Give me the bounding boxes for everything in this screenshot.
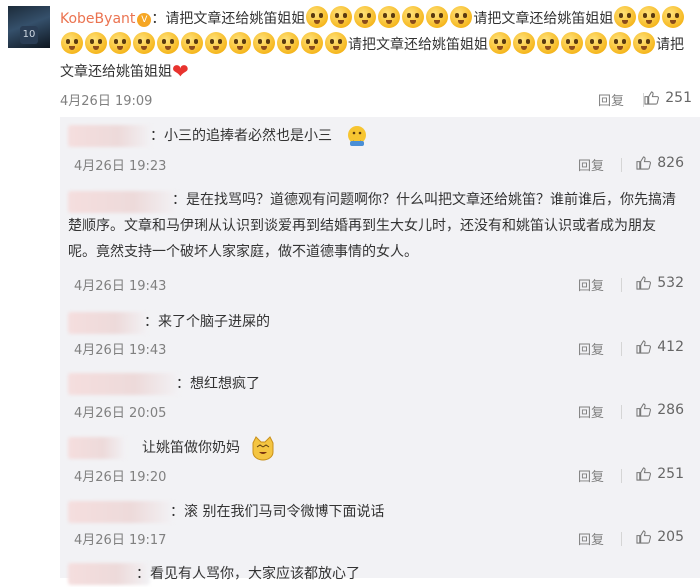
main-post-meta: 4月26日 19:09 回复 251	[60, 90, 696, 110]
thinking-emoji-icon	[662, 6, 685, 28]
main-post-date: 4月26日 19:09	[60, 94, 153, 109]
username-link[interactable]: KobeByant	[60, 11, 135, 27]
thinking-emoji-icon	[301, 32, 323, 54]
blurred-username	[68, 501, 174, 523]
like-count: 532	[657, 275, 684, 291]
comment-date: 4月26日 20:05	[74, 406, 167, 421]
reply-button[interactable]: 回复	[598, 90, 624, 109]
main-post-body: KobeByant V ：请把文章还给姚笛姐姐 请把文章还给姚笛姐姐请把文章还给姚笛姐…	[60, 6, 696, 85]
thinking-emoji-icon	[513, 32, 535, 54]
comment-date: 4月26日 19:20	[74, 470, 167, 485]
divider	[621, 469, 622, 483]
thinking-emoji-icon	[181, 32, 203, 54]
comment-text: ：看见有人骂你，大家应该都放心了	[136, 566, 360, 582]
thumbs-up-icon	[636, 403, 652, 417]
laughing-cat-icon	[252, 436, 274, 461]
avatar-jersey-number: 10	[20, 26, 38, 44]
thinking-emoji-icon	[277, 32, 299, 54]
thinking-emoji-icon	[229, 32, 251, 54]
comment-text: 让姚笛做你奶妈	[142, 440, 240, 456]
thinking-emoji-icon	[133, 32, 155, 54]
comment-date: 4月26日 19:43	[74, 343, 167, 358]
reply-button[interactable]: 回复	[578, 155, 604, 174]
blurred-username	[68, 373, 180, 395]
divider	[621, 278, 622, 292]
thinking-emoji-icon	[585, 32, 607, 54]
like-button[interactable]: 251	[636, 466, 684, 482]
thinking-hand-emoji-icon	[348, 126, 366, 146]
reply-button[interactable]: 回复	[578, 339, 604, 358]
thinking-emoji-icon	[450, 6, 473, 28]
like-button[interactable]: 826	[636, 155, 684, 171]
like-count: 286	[657, 402, 684, 418]
thumbs-up-icon	[636, 156, 652, 170]
thinking-emoji-icon	[609, 32, 631, 54]
divider	[621, 532, 622, 546]
vip-badge-icon: V	[137, 13, 152, 27]
thinking-emoji-icon	[354, 6, 377, 28]
like-button[interactable]: 286	[636, 402, 684, 418]
thinking-emoji-icon	[85, 32, 107, 54]
thumbs-up-icon	[636, 530, 652, 544]
comment-date: 4月26日 19:43	[74, 279, 167, 294]
user-avatar[interactable]: 10	[8, 6, 50, 48]
thinking-emoji-icon	[614, 6, 637, 28]
reply-button[interactable]: 回复	[578, 275, 604, 294]
divider	[621, 158, 622, 172]
main-post: KobeByant V ：请把文章还给姚笛姐姐 请把文章还给姚笛姐姐请把文章还给姚笛姐…	[60, 6, 696, 85]
blurred-username	[68, 437, 126, 459]
comment-date: 4月26日 19:23	[74, 159, 167, 174]
comment-date: 4月26日 19:17	[74, 533, 167, 548]
like-count: 826	[657, 155, 684, 171]
thinking-emoji-icon	[205, 32, 227, 54]
comment-text: ：滚 别在我们马司令微博下面说话	[170, 504, 385, 520]
comment-text: ：是在找骂吗？道德观有问题啊你？什么叫把文章还给姚笛？谁前谁后，你先搞清楚顺序。…	[68, 192, 676, 260]
thinking-emoji-icon	[109, 32, 131, 54]
thinking-emoji-icon	[253, 32, 275, 54]
like-count: 251	[665, 90, 692, 106]
comment-text: ：想红想疯了	[176, 376, 260, 392]
thinking-emoji-icon	[325, 32, 347, 54]
like-count: 412	[657, 339, 684, 355]
blurred-username	[68, 312, 148, 334]
comment-text: ：小三的追捧者必然也是小三	[150, 128, 332, 144]
blurred-username	[68, 125, 152, 147]
thinking-emoji-icon	[378, 6, 401, 28]
thumbs-up-icon	[636, 340, 652, 354]
thinking-emoji-icon	[561, 32, 583, 54]
thinking-emoji-icon	[61, 32, 83, 54]
like-count: 251	[657, 466, 684, 482]
post-text-2: 请把文章还给姚笛姐姐	[473, 11, 614, 27]
thinking-emoji-icon	[638, 6, 661, 28]
thumbs-up-icon	[636, 276, 652, 290]
post-text-3: 请把文章还给姚笛姐姐	[348, 37, 488, 53]
thinking-emoji-icon	[426, 6, 449, 28]
reply-button[interactable]: 回复	[578, 466, 604, 485]
heart-icon: ❤	[172, 59, 189, 83]
like-button[interactable]: 412	[636, 339, 684, 355]
thinking-emoji-icon	[330, 6, 353, 28]
like-button[interactable]: 205	[636, 529, 684, 545]
thinking-emoji-icon	[489, 32, 511, 54]
comments-panel: ：小三的追捧者必然也是小三 4月26日 19:23 回复 826 ：是在找骂吗？…	[60, 117, 700, 585]
comment-text: ：来了个脑子进屎的	[144, 314, 270, 330]
thinking-emoji-icon	[537, 32, 559, 54]
divider	[621, 342, 622, 356]
thinking-emoji-icon	[633, 32, 655, 54]
thinking-emoji-icon	[402, 6, 425, 28]
post-text-1: ：请把文章还给姚笛姐姐	[151, 11, 306, 27]
thinking-emoji-icon	[306, 6, 329, 28]
divider	[621, 405, 622, 419]
like-button[interactable]: 251	[644, 90, 692, 106]
thinking-emoji-icon	[157, 32, 179, 54]
like-button[interactable]: 532	[636, 275, 684, 291]
reply-button[interactable]: 回复	[578, 529, 604, 548]
thumbs-up-icon	[644, 91, 660, 105]
like-count: 205	[657, 529, 684, 545]
thumbs-up-icon	[636, 467, 652, 481]
reply-button[interactable]: 回复	[578, 402, 604, 421]
